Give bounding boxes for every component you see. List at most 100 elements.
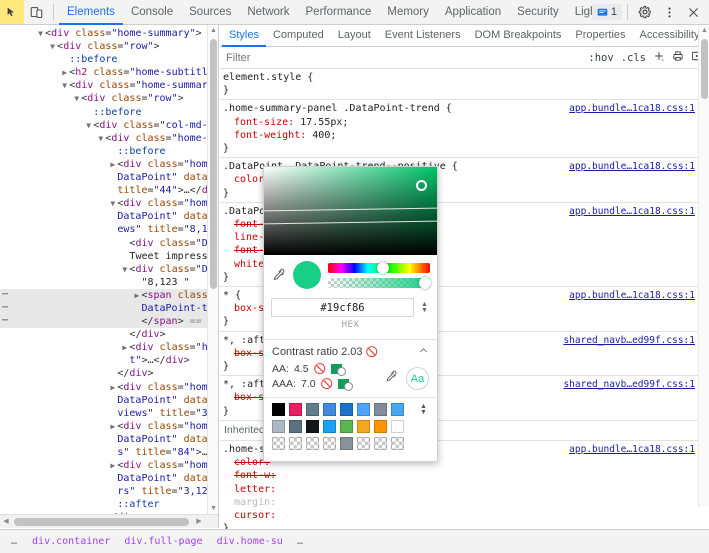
dom-node-line[interactable]: views" title="3,412"> [0,407,218,420]
chevron-up-icon[interactable] [418,345,429,359]
tab-application[interactable]: Application [437,0,509,25]
breadcrumb-item-container[interactable]: div.container [25,536,117,547]
palette-color-swatch[interactable] [306,420,319,433]
dom-node-line[interactable]: title="44">…</div> [0,184,218,197]
dom-node-line[interactable]: DataPoint" data-metri [0,472,218,485]
inspect-cursor-icon[interactable] [0,0,24,24]
tab-performance[interactable]: Performance [298,0,380,25]
palette-color-swatch[interactable] [306,403,319,416]
tab-network[interactable]: Network [239,0,297,25]
tab-sources[interactable]: Sources [181,0,239,25]
dom-node-line[interactable]: ▼ <div class="row"> [0,92,218,105]
dom-scroll-thumb[interactable] [210,39,217,289]
close-icon[interactable] [681,0,705,24]
palette-stepper[interactable]: ▲ ▼ [418,403,429,416]
palette-color-swatch[interactable] [323,403,336,416]
dom-node-line[interactable]: ▼<div class="col-md-10"> [0,119,218,132]
css-declaration[interactable]: margin: [220,496,709,509]
scroll-down-arrow[interactable]: ▼ [208,503,218,514]
dom-node-line[interactable]: rs" title="3,122">…</ [0,485,218,498]
hov-toggle[interactable]: :hov [588,52,613,64]
tab-computed[interactable]: Computed [266,25,331,47]
dom-node-line[interactable]: ▶<div class="home-summ [0,158,218,171]
dom-node-line[interactable]: </span> == $0 [0,314,218,329]
tab-accessibility[interactable]: Accessibility [633,25,707,47]
dom-node-line[interactable]: </div> [0,328,218,341]
print-media-icon[interactable] [672,50,684,65]
dom-node-line[interactable]: </div> [0,367,218,380]
dom-node-line[interactable]: DataPoint" data-metri [0,210,218,223]
dom-node-line[interactable]: ▶<div class="home-summ [0,420,218,433]
css-source-link[interactable]: app.bundle…1ca18.css:1 [569,160,695,173]
palette-color-swatch[interactable] [391,420,404,433]
dom-node-line[interactable]: "8,123 " [0,276,218,289]
color-picker-popover[interactable]: #19cf86 ▲ ▼ HEX Contrast ratio 2.03 🚫 AA… [263,166,438,462]
palette-color-swatch[interactable] [357,403,370,416]
palette-color-swatch[interactable] [272,403,285,416]
styles-vertical-scrollbar[interactable]: ▲ [698,25,709,507]
dom-node-line[interactable]: t">…</div> [0,354,218,367]
cls-toggle[interactable]: .cls [621,52,646,64]
dom-node-line[interactable]: ▼ <div class="row"> [0,40,218,53]
palette-color-swatch[interactable] [391,437,404,450]
aa-suggested-color-swatch[interactable] [331,364,346,376]
palette-color-swatch[interactable] [374,437,387,450]
dom-node-line[interactable]: DataPoint" data-metri [0,433,218,446]
breadcrumb-item-4[interactable]: … [290,536,311,547]
dom-node-line[interactable]: ▶<div class="home-su [0,341,218,354]
tab-elements[interactable]: Elements [59,0,123,25]
css-declaration[interactable]: cursor: [220,509,709,522]
palette-color-swatch[interactable] [289,420,302,433]
palette-color-swatch[interactable] [391,403,404,416]
dom-node-line[interactable]: ▶<span class="Datal [0,288,218,302]
css-selector[interactable]: element.style { [220,71,709,84]
alpha-slider-knob[interactable] [419,276,431,289]
dom-node-line[interactable]: ::before [0,106,218,119]
css-declaration[interactable]: font-size: 17.55px; [220,116,709,129]
css-property-name[interactable]: margin: [234,497,276,508]
css-rule[interactable]: element.style {} [220,69,709,101]
device-toolbar-icon[interactable] [24,0,48,24]
tab-properties[interactable]: Properties [568,25,632,47]
dom-vertical-scrollbar[interactable]: ▲ ▼ [207,25,218,528]
palette-color-swatch[interactable] [323,420,336,433]
dom-node-line[interactable]: ::before [0,53,218,66]
css-property-value[interactable]: 400; [312,130,336,141]
palette-color-swatch[interactable] [272,420,285,433]
breadcrumb-item-full-page[interactable]: div.full-page [117,536,209,547]
scroll-right-arrow[interactable]: ▶ [193,515,205,528]
dom-node-line[interactable]: ▼ <div class="home-summary"> [0,27,218,40]
breadcrumb-item-home-summary[interactable]: div.home-su [210,536,290,547]
plus-icon[interactable] [653,50,665,65]
dom-node-line[interactable]: ▼<div class="home-summary-wrap [0,79,218,92]
dom-node-line[interactable]: Tweet impressions</ [0,250,218,263]
dom-node-line[interactable]: DataPoint" data-metri [0,171,218,184]
palette-color-swatch[interactable] [374,420,387,433]
dom-node-line[interactable]: ▼<div class="DataPoi [0,263,218,276]
dom-node-line[interactable]: ▶<h2 class="home-subtitle">…< [0,66,218,79]
css-source-link[interactable]: shared_navb…ed99f.css:1 [563,378,695,391]
dom-node-line[interactable]: DataPoint-trend-- [0,301,218,316]
css-property-value[interactable]: 17.55px; [300,117,348,128]
contrast-eyedropper-icon[interactable] [384,370,398,387]
palette-color-swatch[interactable] [340,403,353,416]
palette-color-swatch[interactable] [289,403,302,416]
hue-slider-knob[interactable] [376,261,389,274]
palette-color-swatch[interactable] [340,420,353,433]
dom-horizontal-scrollbar[interactable]: ◀ ▶ [0,514,218,528]
tab-memory[interactable]: Memory [379,0,437,25]
dom-node-line[interactable]: ▶<div class="home-summ [0,381,218,394]
dom-node-line[interactable]: s" title="84">…</div> [0,446,218,459]
styles-filter-input[interactable] [224,50,589,65]
dom-node-line[interactable]: ▼<div class="home-summ [0,197,218,210]
dom-tree[interactable]: ▼ <div class="home-summary"> ▼ <div class=… [0,25,218,528]
css-property-name[interactable]: font-weight: [234,130,312,141]
color-format-stepper[interactable]: ▲ ▼ [419,301,430,314]
styles-scroll-thumb[interactable] [701,39,708,99]
css-declaration[interactable]: font-weight: 400; [220,129,709,142]
dom-node-line[interactable]: ▶<div class="home-summ [0,459,218,472]
scroll-left-arrow[interactable]: ◀ [0,515,12,528]
css-property-name[interactable]: letter: [234,484,276,495]
gear-icon[interactable] [633,0,657,24]
tab-security[interactable]: Security [509,0,567,25]
